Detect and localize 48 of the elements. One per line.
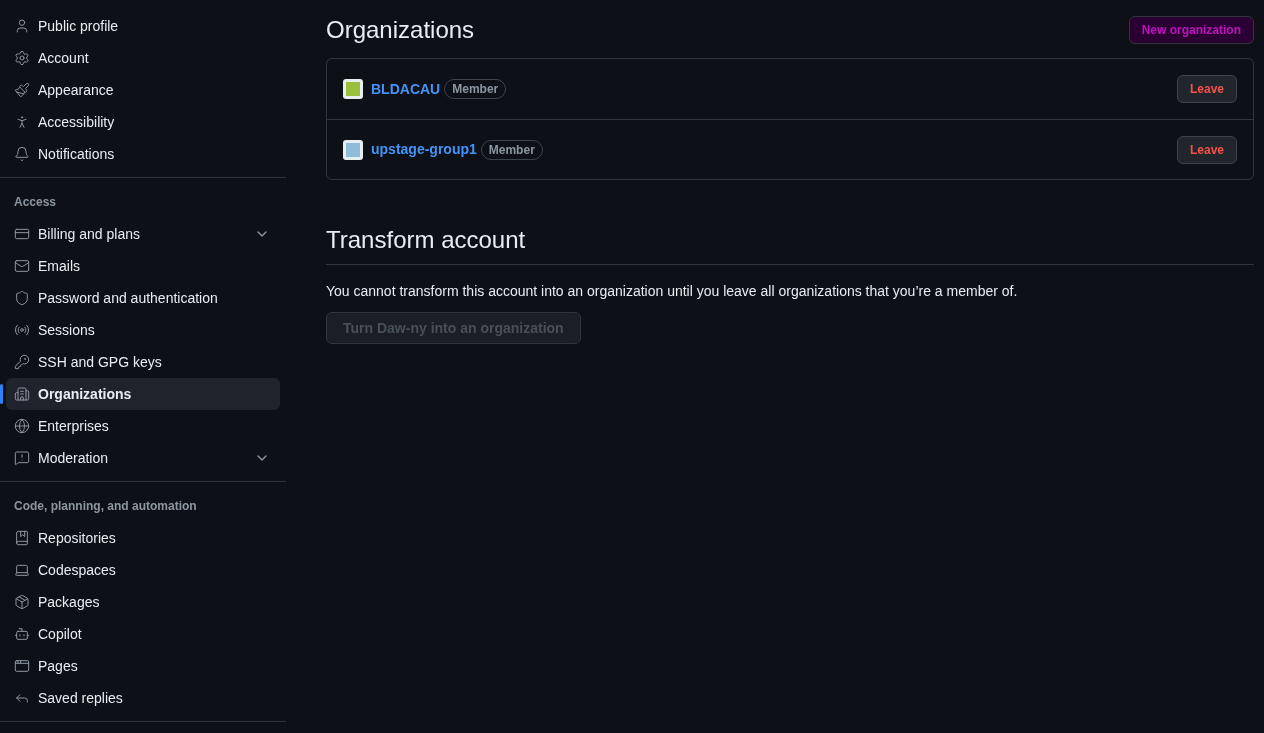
sidebar-item[interactable]: Password and authentication <box>6 282 280 314</box>
paintbrush-icon <box>14 82 30 98</box>
sidebar-item[interactable]: Sessions <box>6 314 280 346</box>
settings-icon <box>14 50 30 66</box>
laptop-icon <box>14 562 30 578</box>
person-icon <box>14 18 30 34</box>
sidebar-item[interactable]: Account <box>6 42 280 74</box>
sidebar-item[interactable]: Public profile <box>6 10 280 42</box>
sidebar-item[interactable]: Notifications <box>6 138 280 170</box>
sidebar-item[interactable]: Accessibility <box>6 106 280 138</box>
active-indicator <box>0 384 3 404</box>
broadcast-icon <box>14 322 30 338</box>
sidebar-item[interactable]: Packages <box>6 586 280 618</box>
organization-link[interactable]: upstage-group1 <box>371 139 477 160</box>
package-icon <box>14 594 30 610</box>
sidebar-item[interactable]: Emails <box>6 250 280 282</box>
building-icon <box>14 386 30 402</box>
page-title: Organizations <box>326 15 475 45</box>
globe-icon <box>14 418 30 434</box>
key-icon <box>14 354 30 370</box>
sidebar-item[interactable]: Copilot <box>6 618 280 650</box>
transform-message: You cannot transform this account into an organization until you leave all organizations that you’re a member of. <box>326 282 1019 301</box>
sidebar-item[interactable]: Moderation <box>6 442 280 474</box>
sidebar-item[interactable]: Pages <box>6 650 280 682</box>
sidebar-item[interactable]: Codespaces <box>6 554 280 586</box>
repository-icon <box>14 530 30 546</box>
sidebar-item[interactable]: Billing and plans <box>6 218 280 250</box>
accessibility-icon <box>14 114 30 130</box>
new-organization-button[interactable]: New organization <box>1128 16 1254 44</box>
credit-card-icon <box>14 226 30 242</box>
leave-button[interactable]: Leave <box>1176 75 1237 103</box>
organization-link[interactable]: BLDACAU <box>371 78 441 100</box>
section-heading: Code, planning, and automation <box>13 498 198 515</box>
envelope-icon <box>14 258 30 274</box>
shield-icon <box>14 290 30 306</box>
leave-button[interactable]: Leave <box>1176 135 1237 164</box>
section-heading: Access <box>13 194 58 211</box>
bell-icon <box>14 146 30 162</box>
section-title: Transform account <box>326 224 1254 265</box>
sidebar-item[interactable]: Saved replies <box>6 682 280 714</box>
sidebar-item[interactable]: Organizations <box>6 378 280 410</box>
browser-window-icon <box>14 658 30 674</box>
sidebar-item[interactable]: SSH and GPG keys <box>6 346 280 378</box>
sidebar-item[interactable]: Enterprises <box>6 410 280 442</box>
copilot-icon <box>14 626 30 642</box>
sidebar-item[interactable]: Appearance <box>6 74 280 106</box>
report-icon <box>14 450 30 466</box>
sidebar-item[interactable]: Repositories <box>6 522 280 554</box>
